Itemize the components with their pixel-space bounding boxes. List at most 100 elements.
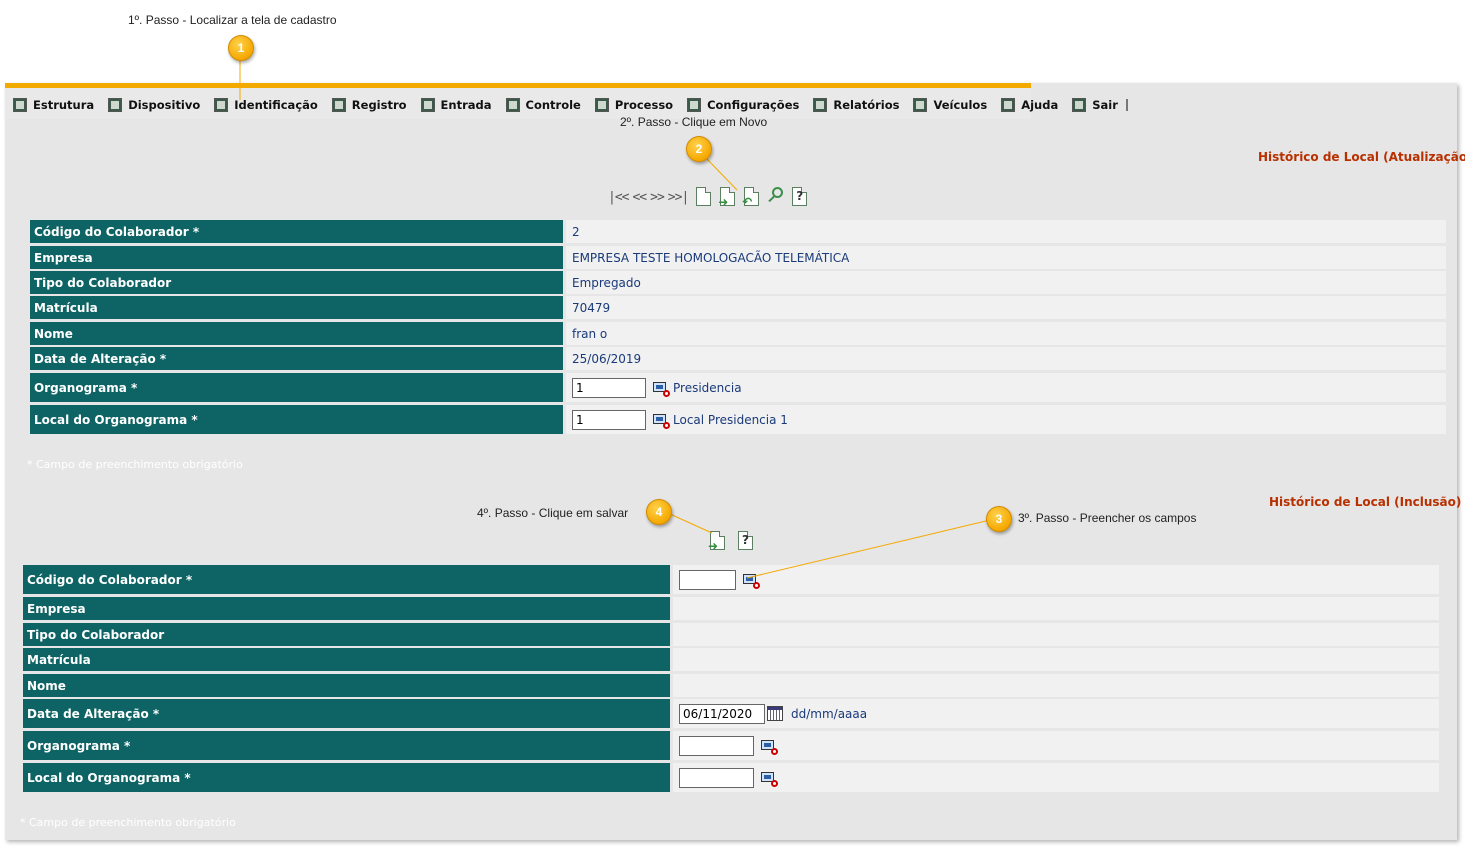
help-icon bbox=[1001, 98, 1016, 112]
field-value bbox=[673, 731, 1439, 760]
field-value: 25/06/2019 bbox=[566, 347, 1446, 370]
field-value bbox=[673, 674, 1439, 697]
menu-item-label: Estrutura bbox=[33, 98, 95, 112]
required-note: * Campo de preenchimento obrigatório bbox=[20, 816, 236, 829]
field-label: Código do Colaborador * bbox=[23, 565, 670, 594]
menu-item-veiculos[interactable]: Veículos bbox=[905, 95, 993, 115]
menu-item-ajuda[interactable]: Ajuda bbox=[993, 95, 1064, 115]
update-toolbar: |<< << >> >>| ➜ ↶ ? bbox=[608, 186, 812, 209]
process-icon bbox=[594, 98, 609, 112]
local-description: Local Presidencia 1 bbox=[673, 412, 788, 427]
help-document-icon[interactable]: ? bbox=[736, 530, 756, 552]
field-label: Tipo do Colaborador bbox=[23, 623, 670, 646]
menu-item-registro[interactable]: Registro bbox=[324, 95, 413, 115]
field-value bbox=[673, 565, 1439, 594]
step2-annotation: 2º. Passo - Clique em Novo bbox=[620, 115, 768, 129]
menu-item-label: Configurações bbox=[707, 98, 800, 112]
control-icon bbox=[505, 98, 520, 112]
menu-item-label: Dispositivo bbox=[128, 98, 201, 112]
codigo-colaborador-input[interactable] bbox=[679, 569, 736, 590]
lookup-icon[interactable] bbox=[761, 739, 778, 755]
exit-icon bbox=[1072, 98, 1087, 112]
field-label: Organograma * bbox=[30, 373, 563, 402]
update-row-data: Data de Alteração * 25/06/2019 bbox=[30, 347, 1446, 370]
data-alteracao-input[interactable] bbox=[679, 703, 765, 724]
menu-separator bbox=[1125, 99, 1128, 111]
search-icon[interactable] bbox=[766, 186, 786, 208]
menu-item-relatorios[interactable]: Relatórios bbox=[805, 95, 905, 115]
identification-icon bbox=[214, 98, 229, 112]
menu-item-dispositivo[interactable]: Dispositivo bbox=[100, 95, 206, 115]
calendar-icon[interactable] bbox=[767, 706, 783, 721]
field-value: 2 bbox=[566, 220, 1446, 243]
nav-prev-button[interactable]: << bbox=[632, 190, 647, 205]
menu-item-identificacao[interactable]: Identificação bbox=[206, 95, 324, 115]
field-label: Código do Colaborador * bbox=[30, 220, 563, 243]
lookup-icon[interactable] bbox=[761, 771, 778, 787]
callout-4: 4 bbox=[646, 499, 672, 525]
local-input[interactable] bbox=[572, 409, 646, 430]
insert-row-data: Data de Alteração * dd/mm/aaaa bbox=[23, 699, 1439, 728]
callout-1: 1 bbox=[228, 35, 254, 61]
field-value bbox=[673, 648, 1439, 671]
vehicles-icon bbox=[913, 98, 928, 112]
menu-item-label: Relatórios bbox=[833, 98, 900, 112]
new-document-icon[interactable] bbox=[694, 186, 714, 208]
entry-icon bbox=[420, 98, 435, 112]
menu-item-label: Sair bbox=[1092, 98, 1118, 112]
update-row-tipo: Tipo do Colaborador Empregado bbox=[30, 271, 1446, 294]
field-label: Empresa bbox=[30, 246, 563, 269]
nav-next-button[interactable]: >> bbox=[650, 190, 665, 205]
insert-section-title: Histórico de Local (Inclusão) bbox=[1269, 495, 1462, 509]
field-label: Organograma * bbox=[23, 731, 670, 760]
insert-row-tipo: Tipo do Colaborador bbox=[23, 623, 1439, 646]
field-value bbox=[673, 763, 1439, 792]
menu-item-configuracoes[interactable]: Configurações bbox=[679, 95, 805, 115]
insert-row-organograma: Organograma * bbox=[23, 731, 1439, 760]
field-label: Nome bbox=[30, 322, 563, 345]
menu-item-entrada[interactable]: Entrada bbox=[413, 95, 498, 115]
insert-row-empresa: Empresa bbox=[23, 597, 1439, 620]
field-value: Presidencia bbox=[566, 373, 1446, 402]
insert-row-matricula: Matrícula bbox=[23, 648, 1439, 671]
reports-icon bbox=[813, 98, 828, 112]
undo-icon[interactable]: ↶ bbox=[742, 186, 762, 209]
nav-last-button[interactable]: >>| bbox=[668, 190, 690, 205]
update-row-matricula: Matrícula 70479 bbox=[30, 296, 1446, 319]
menu-item-processo[interactable]: Processo bbox=[587, 95, 679, 115]
menu-item-label: Processo bbox=[614, 98, 674, 112]
field-label: Local do Organograma * bbox=[30, 405, 563, 434]
insert-row-local: Local do Organograma * bbox=[23, 763, 1439, 792]
field-label: Tipo do Colaborador bbox=[30, 271, 563, 294]
structure-icon bbox=[13, 98, 27, 112]
organograma-input[interactable] bbox=[572, 377, 646, 398]
insert-row-codigo: Código do Colaborador * bbox=[23, 565, 1439, 594]
field-value: dd/mm/aaaa bbox=[673, 699, 1439, 728]
menu-item-controle[interactable]: Controle bbox=[498, 95, 587, 115]
menu-item-label: Controle bbox=[525, 98, 581, 112]
date-format-hint: dd/mm/aaaa bbox=[791, 706, 868, 721]
menu-item-label: Ajuda bbox=[1021, 98, 1059, 112]
insert-row-nome: Nome bbox=[23, 674, 1439, 697]
update-section-title: Histórico de Local (Atualização) bbox=[1258, 150, 1465, 164]
field-value: EMPRESA TESTE HOMOLOGACÃO TELEMÁTICA bbox=[566, 246, 1446, 269]
organograma-input[interactable] bbox=[679, 735, 754, 756]
field-value: 70479 bbox=[566, 296, 1446, 319]
lookup-icon[interactable] bbox=[743, 573, 760, 589]
local-organograma-input[interactable] bbox=[679, 767, 754, 788]
insert-toolbar: ➜ ? bbox=[706, 530, 758, 553]
menu-item-label: Registro bbox=[351, 98, 407, 112]
lookup-icon[interactable] bbox=[653, 381, 670, 397]
help-document-icon[interactable]: ? bbox=[790, 186, 810, 208]
update-row-organograma: Organograma * Presidencia bbox=[30, 373, 1446, 402]
callout-3: 3 bbox=[986, 506, 1012, 532]
lookup-icon[interactable] bbox=[653, 413, 670, 429]
save-icon[interactable]: ➜ bbox=[718, 186, 738, 209]
save-icon[interactable]: ➜ bbox=[708, 530, 728, 553]
field-value bbox=[673, 623, 1439, 646]
nav-first-button[interactable]: |<< bbox=[608, 190, 630, 205]
menu-item-sair[interactable]: Sair bbox=[1064, 95, 1124, 115]
field-label: Matrícula bbox=[30, 296, 563, 319]
callout-2: 2 bbox=[686, 136, 712, 162]
menu-item-estrutura[interactable]: Estrutura bbox=[5, 95, 100, 115]
